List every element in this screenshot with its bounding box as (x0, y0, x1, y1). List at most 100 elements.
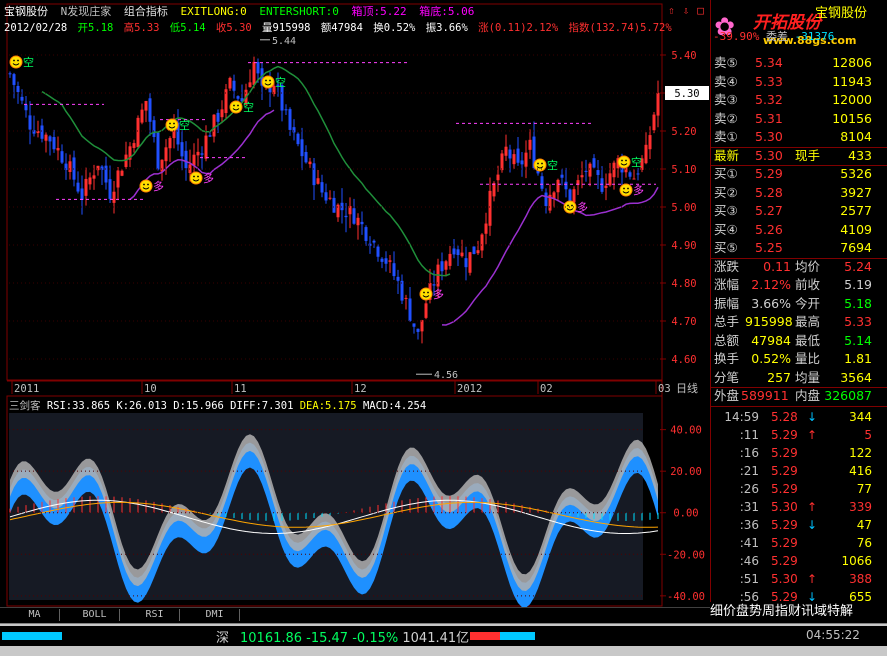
buy-row[interactable]: 买② 5.28 3927 (711, 184, 887, 202)
tick-row[interactable]: :41 5.29 76 (711, 534, 887, 552)
market-index-value: 10161.86 (240, 631, 303, 646)
tick-row[interactable]: :11 5.29 ↑ 5 (711, 426, 887, 444)
svg-text:空: 空 (23, 55, 34, 69)
tick-arrow-icon: ↓ (807, 410, 818, 424)
price-axis-label: 5.40 (671, 50, 696, 62)
tick-arrow-icon: ↑ (807, 428, 818, 442)
tick-row[interactable]: :26 5.29 77 (711, 480, 887, 498)
sell-row[interactable]: 卖③ 5.32 12000 (711, 91, 887, 109)
candle-body (112, 191, 116, 203)
tick-row[interactable]: :16 5.29 122 (711, 444, 887, 462)
candle-body (148, 98, 152, 122)
tick-price: 5.29 (771, 482, 798, 496)
candle-body (304, 151, 308, 163)
tick-row[interactable]: :51 5.30 ↑ 388 (711, 570, 887, 588)
tick-volume: 388 (849, 572, 872, 586)
info-index: 指数(132.74)5.72% (568, 22, 672, 34)
candle-body (164, 147, 168, 162)
stat-value: 0.52% (751, 351, 791, 366)
candle-body (600, 178, 604, 192)
market-index: 10161.86 -15.47 -0.15% 1041.41亿 (240, 627, 469, 646)
period-label[interactable]: 日线 (676, 381, 698, 395)
sell-row[interactable]: 卖① 5.30 8104 (711, 128, 887, 146)
box-top-value: 箱顶:5.22 (351, 5, 407, 18)
tab-dmi[interactable]: DMI (190, 609, 240, 621)
tick-arrow-icon: ↓ (807, 518, 818, 532)
buy-row[interactable]: 买① 5.29 5326 (711, 165, 887, 183)
stat-row: 振幅 3.66% 今开 5.18 (711, 295, 887, 313)
candle-body (516, 148, 520, 163)
candle-body (372, 240, 376, 243)
stock-name[interactable]: 宝钢股份 (4, 5, 48, 18)
stat-label: 最低 (795, 332, 821, 348)
tab-rsi[interactable]: RSI (130, 609, 180, 621)
price-axis-label: 4.80 (671, 278, 696, 290)
candle-body (156, 132, 160, 170)
candle-body (76, 182, 80, 192)
candle-body (448, 253, 452, 266)
detail-tabs-text[interactable]: 细价盘势周指财讯域特解 (710, 604, 853, 619)
ob-volume: 2577 (840, 203, 872, 218)
stat-value: 5.24 (844, 258, 872, 274)
ob-volume: 4109 (840, 221, 872, 237)
tick-time: :46 (739, 554, 759, 568)
candle-body (504, 146, 508, 156)
candle-body (476, 250, 480, 254)
ob-volume: 12000 (832, 92, 872, 107)
tick-row[interactable]: :31 5.30 ↑ 339 (711, 498, 887, 516)
price-axis-label: 5.20 (671, 126, 696, 138)
candle-body (40, 125, 44, 139)
tab-ma[interactable]: MA (10, 609, 60, 621)
stat-value: 5.14 (844, 332, 872, 348)
nav-box-icon[interactable]: □ (697, 4, 704, 17)
detail-tabs[interactable]: 细价盘势周指财讯域特解 (710, 602, 887, 622)
nav-down-icon[interactable]: ⇩ (683, 4, 690, 17)
candle-body (120, 170, 124, 176)
tick-volume: 339 (849, 500, 872, 514)
candle-body (8, 73, 12, 75)
sell-row[interactable]: 卖② 5.31 10156 (711, 110, 887, 128)
stat-row: 涨跌 0.11 均价 5.24 (711, 258, 887, 276)
candle-body (464, 258, 468, 268)
sell-row[interactable]: 卖⑤ 5.34 12806 (711, 54, 887, 72)
stat-value: 3.66% (751, 295, 791, 311)
ob-price: 5.25 (755, 240, 783, 255)
ob-volume: 3927 (840, 184, 872, 200)
ob-price: 5.27 (755, 203, 783, 218)
current-price-label: 5.30 (674, 88, 699, 100)
nav-up-icon[interactable]: ⇧ (668, 4, 675, 17)
candle-body (196, 151, 200, 156)
svg-text:空: 空 (275, 75, 286, 89)
price-chart[interactable]: 5.444.56 空空空空空空多多多多多 5.405.305.205.105.0… (0, 0, 710, 622)
stat-value: 3564 (840, 369, 872, 385)
weibi-value: -39.90% (713, 30, 760, 43)
info-low: 低5.14 (169, 22, 206, 34)
tick-time: :41 (739, 536, 759, 550)
ob-label: 卖③ (714, 92, 738, 107)
tick-row[interactable]: 14:59 5.28 ↓ 344 (711, 408, 887, 426)
candle-body (44, 134, 48, 141)
buy-row[interactable]: 买④ 5.26 4109 (711, 221, 887, 239)
candle-body (236, 96, 240, 99)
tick-row[interactable]: :36 5.29 ↓ 47 (711, 516, 887, 534)
sell-row[interactable]: 卖④ 5.33 11943 (711, 73, 887, 91)
candle-body (308, 161, 312, 165)
candle-body (252, 61, 256, 85)
date-axis-label: 2012 (457, 383, 482, 395)
date-axis-label: 03 (658, 383, 671, 395)
info-volume: 量915998 (262, 22, 311, 34)
buy-row[interactable]: 买③ 5.27 2577 (711, 202, 887, 220)
buy-row[interactable]: 买⑤ 5.25 7694 (711, 239, 887, 257)
candle-body (324, 192, 328, 201)
mini-bar-1 (2, 632, 62, 640)
tick-row[interactable]: :21 5.29 416 (711, 462, 887, 480)
tick-time: :21 (739, 464, 759, 478)
indicator-name[interactable]: 组合指标 (124, 5, 168, 18)
candle-body (12, 74, 16, 85)
candle-body (604, 185, 608, 188)
formula-name[interactable]: N发现庄家 (61, 5, 112, 18)
tick-row[interactable]: :46 5.29 1066 (711, 552, 887, 570)
tick-volume: 5 (864, 428, 872, 442)
tab-boll[interactable]: BOLL (70, 609, 120, 621)
candle-body (320, 182, 324, 193)
